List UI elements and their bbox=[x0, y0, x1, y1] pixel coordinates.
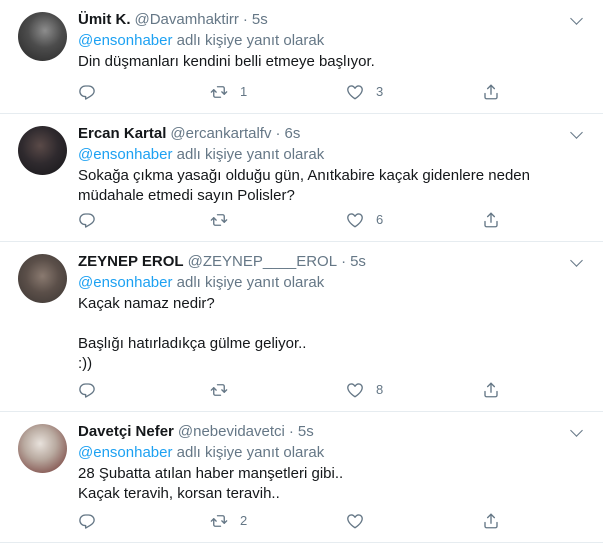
tweet-actions: 2 bbox=[78, 512, 503, 530]
tweet-feed: Ümit K. @Davamhaktirr · 5s @ensonhaber adlı… bbox=[0, 0, 603, 543]
timestamp[interactable]: 5s bbox=[252, 11, 268, 28]
separator-dot: · bbox=[242, 11, 248, 28]
reply-context: @ensonhaber adlı kişiye yanıt olarak bbox=[78, 273, 589, 293]
avatar[interactable] bbox=[18, 424, 67, 473]
like-button[interactable]: 8 bbox=[346, 381, 383, 399]
retweet-button[interactable] bbox=[210, 381, 240, 399]
retweet-count: 1 bbox=[240, 84, 248, 99]
retweet-icon bbox=[210, 86, 228, 98]
tweet-text: 28 Şubatta atılan haber manşetleri gibi.… bbox=[78, 464, 589, 504]
tweet-header: Ümit K. @Davamhaktirr · 5s bbox=[78, 10, 589, 30]
reply-icon bbox=[79, 383, 95, 398]
reply-prefix: adlı kişiye yanıt olarak bbox=[176, 146, 325, 163]
tweet-text-line: Sokağa çıkma yasağı olduğu gün, Anıtkabi… bbox=[78, 167, 530, 184]
separator-dot: · bbox=[275, 125, 281, 142]
share-button[interactable] bbox=[482, 83, 500, 101]
tweet-text-line: Kaçak teravih, korsan teravih.. bbox=[78, 485, 280, 502]
user-handle[interactable]: @ercankartalfv bbox=[170, 125, 271, 142]
avatar[interactable] bbox=[18, 12, 67, 61]
like-button[interactable] bbox=[346, 512, 376, 530]
retweet-button[interactable]: 2 bbox=[210, 512, 247, 530]
share-icon bbox=[484, 212, 498, 228]
tweet-actions: 6 bbox=[78, 211, 503, 229]
tweet[interactable]: Ümit K. @Davamhaktirr · 5s @ensonhaber adlı… bbox=[0, 0, 603, 114]
share-button[interactable] bbox=[482, 381, 500, 399]
user-handle[interactable]: @nebevidavetci bbox=[178, 423, 285, 440]
mention-link[interactable]: @ensonhaber bbox=[78, 32, 172, 49]
like-icon bbox=[347, 514, 363, 529]
tweet[interactable]: ZEYNEP EROL @ZEYNEP____EROL · 5s @ensonhabe… bbox=[0, 242, 603, 412]
tweet-text-line: :)) bbox=[78, 355, 93, 372]
user-handle[interactable]: @Davamhaktirr bbox=[135, 11, 239, 28]
tweet-header: ZEYNEP EROL @ZEYNEP____EROL · 5s bbox=[78, 252, 589, 272]
reply-prefix: adlı kişiye yanıt olarak bbox=[176, 444, 325, 461]
like-count: 6 bbox=[376, 212, 384, 227]
tweet-text-line: Kaçak namaz nedir? bbox=[78, 295, 215, 312]
tweet[interactable]: Ercan Kartal @ercankartalfv · 6s @ensonhabe… bbox=[0, 114, 603, 242]
timestamp[interactable]: 5s bbox=[350, 253, 366, 270]
reply-context: @ensonhaber adlı kişiye yanıt olarak bbox=[78, 145, 589, 165]
share-icon bbox=[484, 382, 498, 398]
user-handle[interactable]: @ZEYNEP____EROL bbox=[188, 253, 337, 270]
reply-icon bbox=[79, 85, 95, 100]
tweet-text: Sokağa çıkma yasağı olduğu gün, Anıtkabi… bbox=[78, 166, 589, 206]
reply-icon bbox=[79, 213, 95, 228]
share-button[interactable] bbox=[482, 211, 500, 229]
share-icon bbox=[484, 84, 498, 100]
tweet-text-line: müdahale etmedi sayın Polisler? bbox=[78, 187, 295, 204]
avatar[interactable] bbox=[18, 126, 67, 175]
reply-context: @ensonhaber adlı kişiye yanıt olarak bbox=[78, 31, 589, 51]
like-icon bbox=[347, 213, 363, 228]
timestamp[interactable]: 6s bbox=[284, 125, 300, 142]
retweet-button[interactable] bbox=[210, 211, 240, 229]
reply-button[interactable] bbox=[78, 512, 108, 530]
tweet-header: Davetçi Nefer @nebevidavetci · 5s bbox=[78, 422, 589, 442]
reply-prefix: adlı kişiye yanıt olarak bbox=[176, 32, 325, 49]
timestamp[interactable]: 5s bbox=[298, 423, 314, 440]
display-name[interactable]: Ercan Kartal bbox=[78, 125, 166, 142]
avatar[interactable] bbox=[18, 254, 67, 303]
like-icon bbox=[347, 85, 363, 100]
mention-link[interactable]: @ensonhaber bbox=[78, 274, 172, 291]
retweet-icon bbox=[210, 214, 228, 226]
display-name[interactable]: Ümit K. bbox=[78, 11, 131, 28]
share-button[interactable] bbox=[482, 512, 500, 530]
retweet-button[interactable]: 1 bbox=[210, 83, 247, 101]
share-icon bbox=[484, 513, 498, 529]
retweet-icon bbox=[210, 515, 228, 527]
tweet-header: Ercan Kartal @ercankartalfv · 6s bbox=[78, 124, 589, 144]
like-icon bbox=[347, 383, 363, 398]
tweet-text: Kaçak namaz nedir? Başlığı hatırladıkça … bbox=[78, 294, 589, 374]
reply-prefix: adlı kişiye yanıt olarak bbox=[176, 274, 325, 291]
reply-icon bbox=[79, 514, 95, 529]
tweet[interactable]: Davetçi Nefer @nebevidavetci · 5s @ensonhab… bbox=[0, 412, 603, 543]
reply-button[interactable] bbox=[78, 83, 108, 101]
like-button[interactable]: 6 bbox=[346, 211, 383, 229]
mention-link[interactable]: @ensonhaber bbox=[78, 146, 172, 163]
tweet-text: Din düşmanları kendini belli etmeye başl… bbox=[78, 52, 589, 72]
like-count: 8 bbox=[376, 382, 384, 397]
display-name[interactable]: Davetçi Nefer bbox=[78, 423, 174, 440]
mention-link[interactable]: @ensonhaber bbox=[78, 444, 172, 461]
tweet-text-line: Din düşmanları kendini belli etmeye başl… bbox=[78, 53, 375, 70]
tweet-actions: 1 3 bbox=[78, 83, 503, 101]
tweet-text-line bbox=[78, 314, 589, 334]
tweet-text-line: Başlığı hatırladıkça gülme geliyor.. bbox=[78, 335, 307, 352]
reply-button[interactable] bbox=[78, 381, 108, 399]
reply-context: @ensonhaber adlı kişiye yanıt olarak bbox=[78, 443, 589, 463]
separator-dot: · bbox=[341, 253, 347, 270]
display-name[interactable]: ZEYNEP EROL bbox=[78, 253, 184, 270]
separator-dot: · bbox=[288, 423, 294, 440]
reply-button[interactable] bbox=[78, 211, 108, 229]
retweet-icon bbox=[210, 384, 228, 396]
retweet-count: 2 bbox=[240, 513, 248, 528]
tweet-actions: 8 bbox=[78, 381, 503, 399]
tweet-text-line: 28 Şubatta atılan haber manşetleri gibi.… bbox=[78, 465, 344, 482]
like-count: 3 bbox=[376, 84, 384, 99]
like-button[interactable]: 3 bbox=[346, 83, 383, 101]
